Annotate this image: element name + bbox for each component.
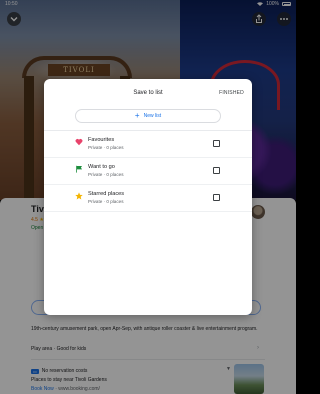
list-checkbox[interactable] bbox=[213, 194, 220, 201]
new-list-label: New list bbox=[143, 113, 162, 119]
list-item-favourites[interactable]: Favourites Private · 0 places bbox=[44, 131, 252, 158]
finished-button[interactable]: FINISHED bbox=[219, 90, 244, 96]
heart-icon bbox=[75, 138, 83, 146]
list-checkbox[interactable] bbox=[213, 140, 220, 147]
list-checkbox[interactable] bbox=[213, 167, 220, 174]
list-item-starred-places[interactable]: Starred places Private · 0 places bbox=[44, 185, 252, 212]
list-item-want-to-go[interactable]: Want to go Private · 0 places bbox=[44, 158, 252, 185]
list-name: Want to go bbox=[88, 164, 115, 170]
list-subtitle: Private · 0 places bbox=[88, 172, 124, 177]
list-subtitle: Private · 0 places bbox=[88, 145, 124, 150]
list-subtitle: Private · 0 places bbox=[88, 199, 124, 204]
save-to-list-dialog: Save to list FINISHED + New list Favouri… bbox=[44, 79, 252, 315]
list-name: Starred places bbox=[88, 191, 125, 197]
plus-icon: + bbox=[134, 111, 140, 120]
new-list-button[interactable]: + New list bbox=[75, 109, 221, 123]
list-name: Favourites bbox=[88, 137, 115, 143]
flag-icon bbox=[76, 165, 83, 173]
divider bbox=[44, 211, 252, 212]
star-icon bbox=[75, 192, 83, 200]
